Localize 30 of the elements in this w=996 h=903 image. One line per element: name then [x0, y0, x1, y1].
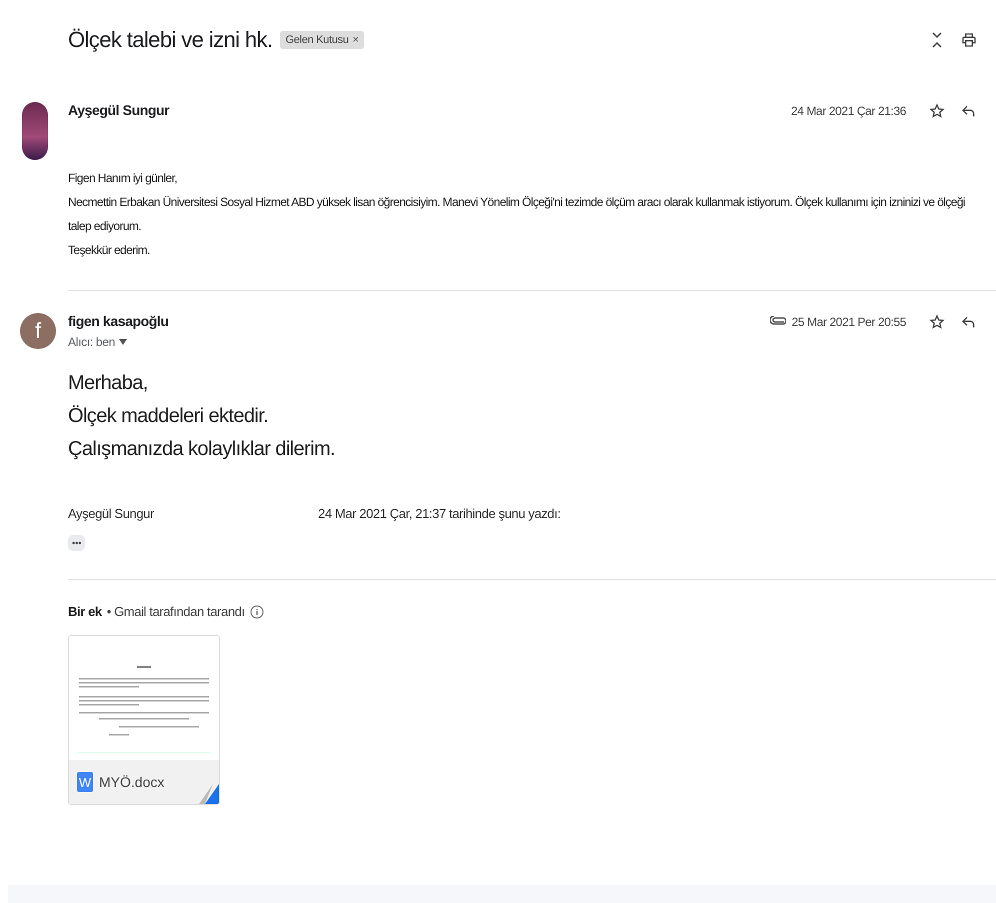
message-text: Teşekkür ederim. [68, 242, 151, 259]
inbox-label: Gelen Kutusu × [280, 31, 364, 49]
message-text: Merhaba, [68, 371, 149, 396]
scan-note: • Gmail tarafından tarandı [106, 604, 245, 619]
avatar-placeholder [22, 102, 48, 160]
recipient-dropdown[interactable]: Alıcı: ben [68, 335, 128, 349]
page-corner-icon [199, 784, 219, 804]
sender-name: figen kasapoğlu [68, 313, 170, 329]
attachment-count: Bir ek [68, 604, 102, 619]
message-date: 24 Mar 2021 Çar 21:36 [790, 104, 906, 118]
message-text: Figen Hanım iyi günler, [68, 170, 178, 187]
word-file-icon: W [77, 772, 93, 792]
print-button[interactable] [960, 31, 978, 49]
message-date: 25 Mar 2021 Per 20:55 [792, 315, 906, 329]
email-subject: Ölçek talebi ve izni hk. [68, 27, 272, 53]
star-button[interactable] [928, 102, 946, 120]
sender-name: Ayşegül Sungur [68, 102, 170, 118]
message-text: Ölçek maddeleri ektedir. [68, 404, 270, 429]
quoted-sender: Ayşegül Sungur [68, 506, 156, 521]
message-text: Necmettin Erbakan Üniversitesi Sosyal Hizmet ABD yüksek lisan öğrencisiyim. Manevi Yönelim Ölçeği'ni tezimde ölçüm aracı olarak kullanmak istiyorum. Ölçek kullanımı için izninizi ve ölçeği talep ediyorum. [68, 194, 966, 235]
letter-avatar: f [20, 313, 56, 349]
quote-header: 24 Mar 2021 Çar, 21:37 tarihinde şunu yazdı: [318, 506, 561, 521]
info-icon[interactable] [250, 604, 264, 618]
attachment-card[interactable]: W MYÖ.docx [68, 635, 220, 805]
caret-icon [119, 339, 128, 345]
show-trimmed-button[interactable]: ••• [68, 535, 86, 551]
message-text: Çalışmanızda kolaylıklar dilerim. [68, 437, 336, 462]
star-button[interactable] [928, 313, 946, 331]
paperclip-icon [770, 316, 786, 328]
file-name: MYÖ.docx [99, 774, 164, 790]
